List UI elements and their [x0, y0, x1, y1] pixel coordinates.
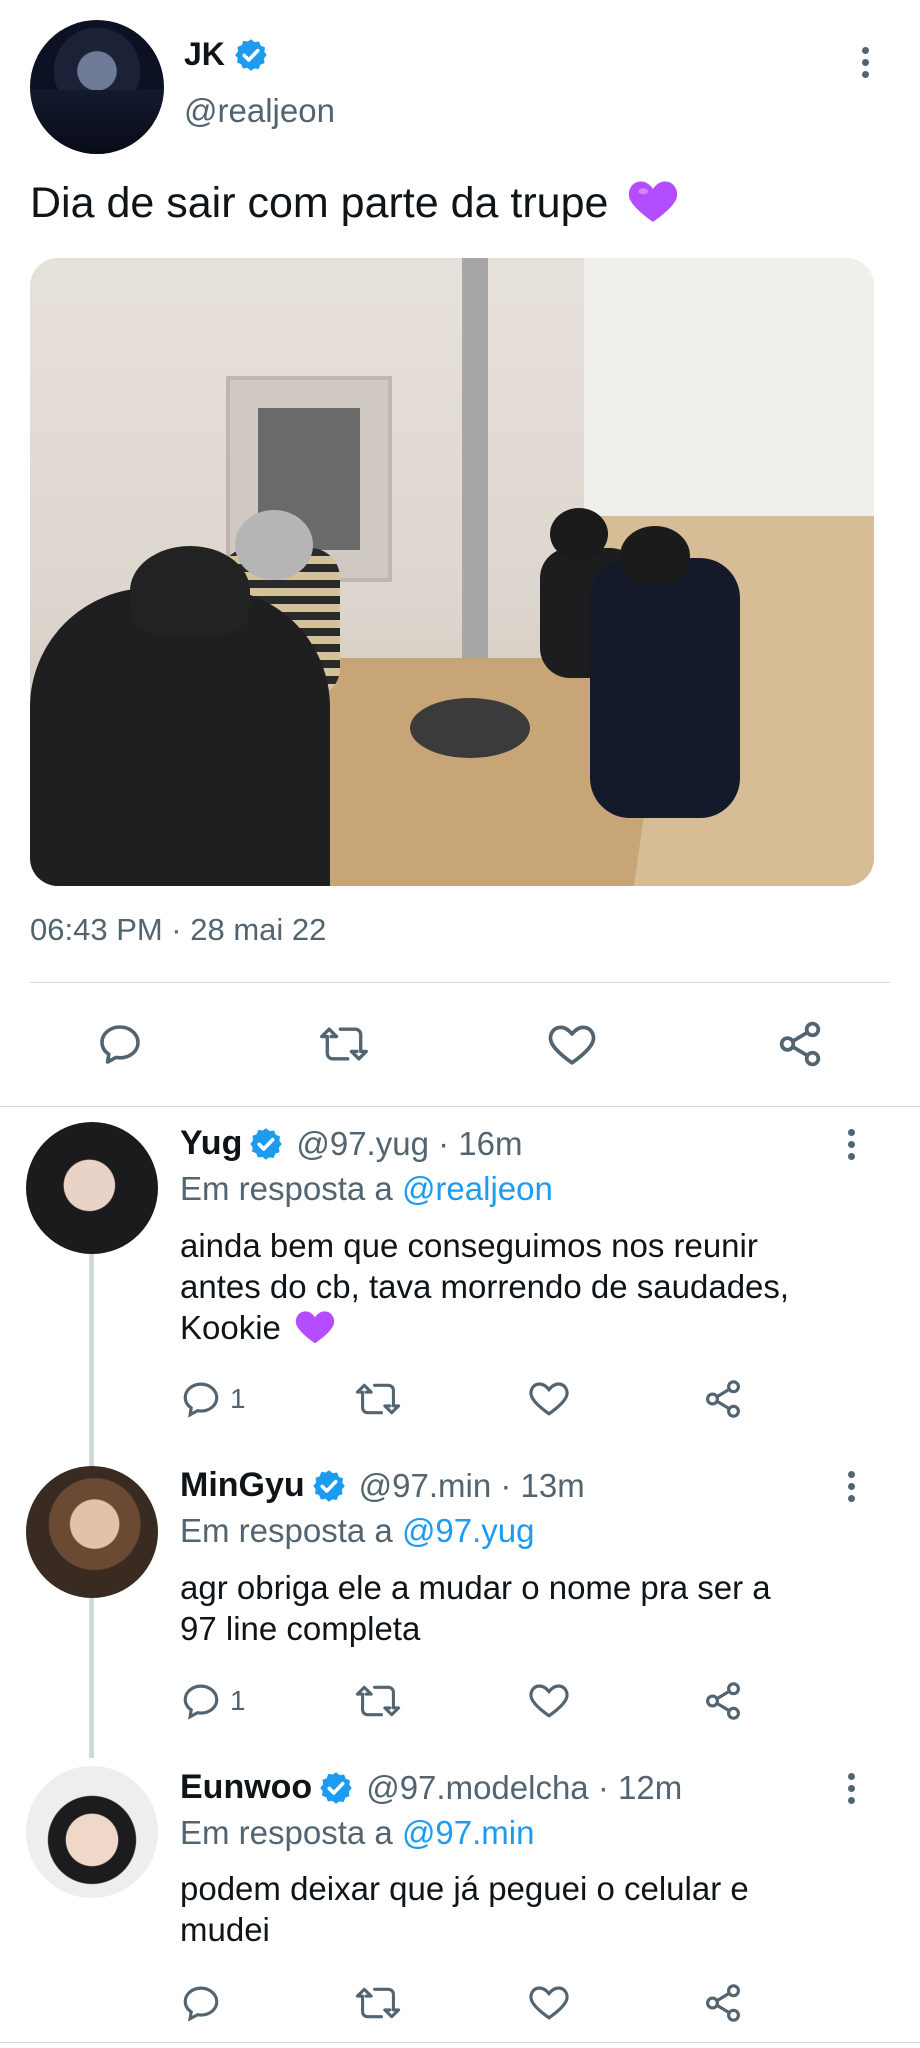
reply-count: 1 [230, 1685, 246, 1716]
reply-header: Eunwoo @97.modelcha · 12m [180, 1768, 682, 1807]
tweet-photo[interactable] [30, 258, 874, 886]
reply-icon [183, 1986, 219, 2022]
reply-text-line: agr obriga ele a mudar o nome pra ser a [180, 1569, 771, 1606]
reply-icon [183, 1382, 219, 1418]
retweet-icon [355, 1383, 401, 1415]
reply-header: Yug @97.yug · 16m [180, 1124, 522, 1163]
reply-author-name[interactable]: Yug [180, 1124, 242, 1163]
share-icon [706, 1380, 740, 1418]
tweet-text: Dia de sair com parte da trupe [30, 176, 680, 235]
reply-text-line: podem deixar que já peguei o celular e [180, 1870, 749, 1907]
like-button[interactable] [528, 1378, 570, 1418]
reply-avatar[interactable] [26, 1122, 158, 1254]
reply-text: podem deixar que já peguei o celular e m… [180, 1868, 840, 1950]
share-icon [706, 1984, 740, 2022]
author-name[interactable]: JK [184, 36, 225, 73]
reply-text-line: antes do cb, tava morrendo de saudades, [180, 1268, 790, 1305]
reply-icon [100, 1025, 140, 1064]
share-button[interactable] [702, 1680, 744, 1722]
like-button[interactable] [528, 1982, 570, 2022]
purple-heart-emoji-icon [626, 176, 680, 235]
reply-button[interactable]: 1 [180, 1378, 246, 1420]
more-options-icon[interactable] [836, 1466, 866, 1506]
reply-icon [183, 1684, 219, 1720]
reply-mention-link[interactable]: @97.yug [402, 1512, 535, 1549]
reply-context: Em resposta a @97.yug [180, 1512, 535, 1550]
reply-author-handle[interactable]: @97.modelcha · 12m [366, 1769, 682, 1807]
reply-text-line: Kookie [180, 1307, 840, 1354]
retweet-icon [355, 1987, 401, 2019]
reply-button[interactable] [180, 1982, 230, 2024]
share-icon [779, 1021, 821, 1067]
reply-header: MinGyu @97.min · 13m [180, 1466, 585, 1505]
share-button[interactable] [702, 1378, 744, 1420]
heart-icon [548, 1025, 596, 1065]
tweet-timestamp: 06:43 PM · 28 mai 22 [30, 912, 327, 947]
reply-text: agr obriga ele a mudar o nome pra ser a … [180, 1567, 840, 1649]
reply-button[interactable]: 1 [180, 1680, 246, 1722]
retweet-button[interactable] [354, 1982, 402, 2024]
verified-badge-icon [311, 1468, 347, 1504]
reply-author-handle[interactable]: @97.yug · 16m [296, 1125, 522, 1163]
author-handle[interactable]: @realjeon [184, 92, 335, 130]
more-options-icon[interactable] [850, 42, 880, 82]
reply-text-line: mudei [180, 1911, 270, 1948]
retweet-button[interactable] [354, 1680, 402, 1722]
author-avatar[interactable] [30, 20, 164, 154]
verified-badge-icon [318, 1770, 354, 1806]
more-options-icon[interactable] [836, 1768, 866, 1808]
reply-text-line: ainda bem que conseguimos nos reunir [180, 1227, 758, 1264]
reply-mention-link[interactable]: @realjeon [402, 1170, 553, 1207]
share-icon [706, 1682, 740, 1720]
more-options-icon[interactable] [836, 1124, 866, 1164]
heart-icon [529, 1986, 569, 2020]
reply-avatar[interactable] [26, 1766, 158, 1898]
reply-context: Em resposta a @realjeon [180, 1170, 553, 1208]
reply-author-handle[interactable]: @97.min · 13m [359, 1467, 585, 1505]
reply-context: Em resposta a @97.min [180, 1814, 535, 1852]
retweet-icon [355, 1685, 401, 1717]
author-name-row: JK [184, 36, 269, 73]
reply-button[interactable] [94, 1018, 146, 1070]
tweet-text-content: Dia de sair com parte da trupe [30, 178, 609, 227]
retweet-button[interactable] [318, 1018, 370, 1070]
verified-badge-icon [233, 37, 269, 73]
section-divider [0, 1106, 920, 1107]
bottom-divider [0, 2042, 920, 2043]
heart-icon [529, 1382, 569, 1416]
retweet-button[interactable] [354, 1378, 402, 1420]
reply-avatar[interactable] [26, 1466, 158, 1598]
like-button[interactable] [528, 1680, 570, 1720]
heart-icon [529, 1684, 569, 1718]
reply-prefix: Em resposta a [180, 1814, 393, 1851]
verified-badge-icon [248, 1126, 284, 1162]
reply-text-line: 97 line completa [180, 1610, 421, 1647]
divider [30, 982, 890, 983]
share-button[interactable] [702, 1982, 744, 2024]
reply-mention-link[interactable]: @97.min [402, 1814, 535, 1851]
reply-prefix: Em resposta a [180, 1170, 393, 1207]
reply-prefix: Em resposta a [180, 1512, 393, 1549]
reply-author-name[interactable]: Eunwoo [180, 1768, 312, 1807]
reply-author-name[interactable]: MinGyu [180, 1466, 305, 1505]
reply-text: ainda bem que conseguimos nos reunir ant… [180, 1225, 840, 1354]
like-button[interactable] [546, 1018, 598, 1070]
purple-heart-emoji-icon [294, 1307, 336, 1354]
reply-count: 1 [230, 1383, 246, 1414]
retweet-icon [320, 1027, 368, 1061]
share-button[interactable] [774, 1018, 826, 1070]
